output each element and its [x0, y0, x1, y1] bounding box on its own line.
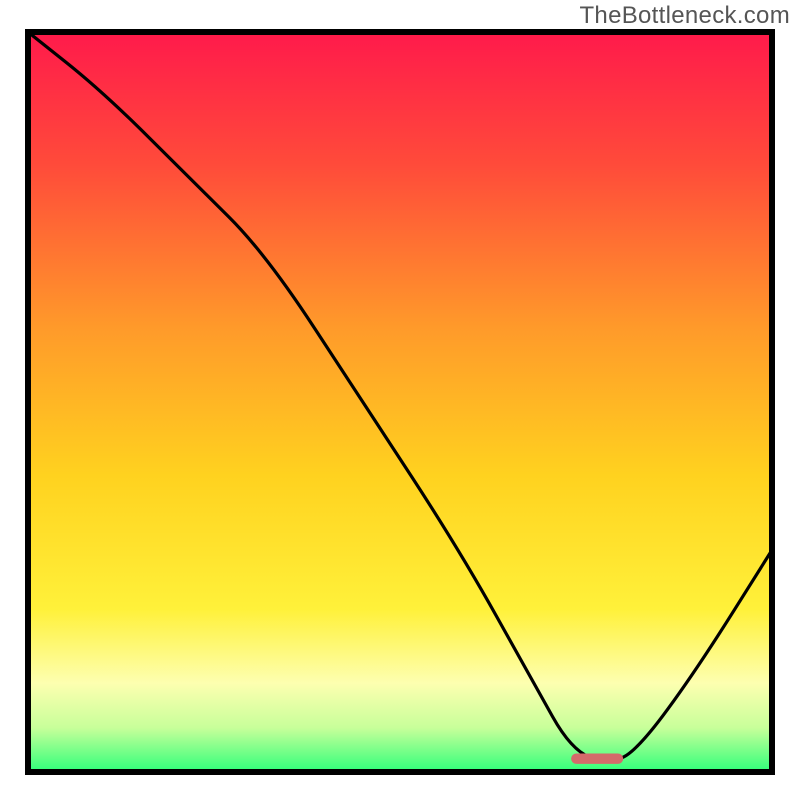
- chart-frame: TheBottleneck.com: [0, 0, 800, 800]
- plot-area: [28, 32, 772, 772]
- gradient-background: [28, 32, 772, 772]
- optimal-marker: [571, 754, 623, 764]
- bottleneck-chart: [0, 0, 800, 800]
- watermark-text: TheBottleneck.com: [579, 2, 790, 30]
